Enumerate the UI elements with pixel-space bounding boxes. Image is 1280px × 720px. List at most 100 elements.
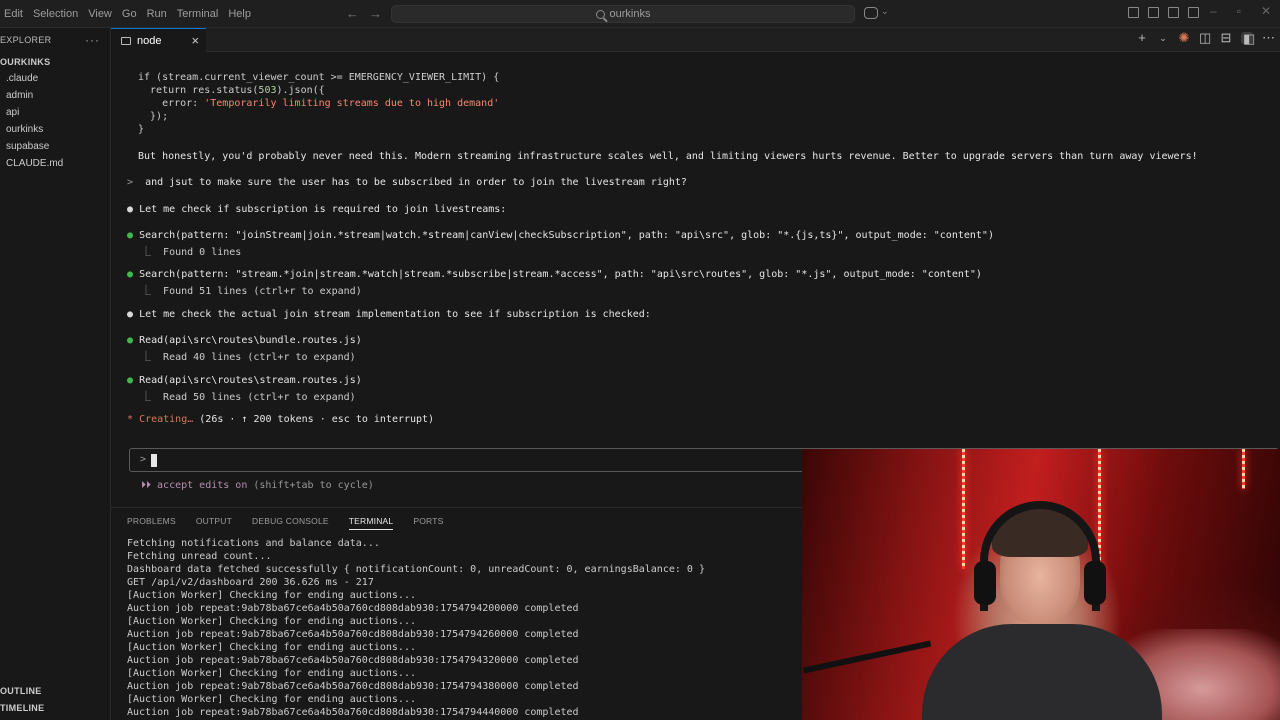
editor-actions: + ⌄ ✺ ◫ ⊟ ◧ ⋯ <box>1136 31 1275 45</box>
copilot-icon[interactable] <box>864 7 878 19</box>
search-label: ourkinks <box>609 8 651 20</box>
lock-icon[interactable]: ⊟ <box>1220 31 1232 44</box>
more-actions-icon[interactable]: ⋯ <box>1262 31 1275 44</box>
nav-arrows: ← → <box>346 6 382 21</box>
tab-node[interactable]: node × <box>111 28 206 52</box>
terminal-line: [Auction Worker] Checking for ending auc… <box>127 668 416 679</box>
terminal-line: [Auction Worker] Checking for ending auc… <box>127 694 416 705</box>
assistant-message: But honestly, you'd probably never need … <box>138 151 1198 162</box>
terminal-line: Fetching notifications and balance data.… <box>127 538 380 549</box>
panel-tabs: PROBLEMS OUTPUT DEBUG CONSOLE TERMINAL P… <box>127 516 443 530</box>
terminal-line: Dashboard data fetched successfully { no… <box>127 564 705 575</box>
title-bar: Edit Selection View Go Run Terminal Help… <box>0 0 1280 28</box>
microphone-arm <box>802 640 932 674</box>
menu-edit[interactable]: Edit <box>4 8 31 20</box>
close-icon[interactable]: × <box>191 33 199 48</box>
assistant-message: ● Let me check the actual join stream im… <box>127 309 651 320</box>
bullet-icon: ● <box>127 309 134 320</box>
claude-icon[interactable]: ✺ <box>1178 31 1190 44</box>
tree-item-supabase[interactable]: supabase <box>0 138 110 155</box>
toggle-sidebar-icon[interactable] <box>1148 7 1159 18</box>
tab-label: node <box>137 34 162 47</box>
command-center-search[interactable]: ourkinks <box>391 5 855 23</box>
terminal-line: GET /api/v2/dashboard 200 36.626 ms - 21… <box>127 577 374 588</box>
terminal-line: Auction job repeat:9ab78ba67ce6a4b50a760… <box>127 707 579 718</box>
terminal-line: Auction job repeat:9ab78ba67ce6a4b50a760… <box>127 681 579 692</box>
tab-terminal[interactable]: TERMINAL <box>348 516 394 530</box>
minimize-icon[interactable]: – <box>1210 4 1217 18</box>
headphone-ear <box>974 561 996 605</box>
tree-item-claude-md[interactable]: CLAUDE.md <box>0 155 110 172</box>
led-strip <box>962 449 965 569</box>
timeline-section[interactable]: TIMELINE <box>0 703 44 713</box>
back-arrow-icon[interactable]: ← <box>346 6 359 21</box>
status-line: * Creating… (26s · ↑ 200 tokens · esc to… <box>127 414 435 425</box>
code-line-5: } <box>138 124 145 135</box>
code-line-2: return res.status(503).json({ <box>138 85 325 96</box>
text-cursor <box>151 454 157 467</box>
user-prompt: > and jsut to make sure the user has to … <box>127 177 687 188</box>
success-bullet-icon: ● <box>127 230 134 241</box>
success-bullet-icon: ● <box>127 269 134 280</box>
tool-result-1: ⎿ Found 0 lines <box>141 247 242 258</box>
tree-item-claude-folder[interactable]: .claude <box>0 70 110 87</box>
tab-debug-console[interactable]: DEBUG CONSOLE <box>252 516 329 530</box>
maximize-icon[interactable]: ▫ <box>1237 4 1241 18</box>
layout-controls <box>1128 7 1199 18</box>
tool-result-4[interactable]: ⎿ Read 50 lines (ctrl+r to expand) <box>141 388 356 403</box>
code-line-1: if (stream.current_viewer_count >= EMERG… <box>138 72 500 83</box>
outline-section[interactable]: OUTLINE <box>0 686 42 696</box>
tree-item-api[interactable]: api <box>0 104 110 121</box>
toggle-panel-icon[interactable] <box>1168 7 1179 18</box>
tool-result-3[interactable]: ⎿ Read 40 lines (ctrl+r to expand) <box>141 348 356 363</box>
tool-result-2[interactable]: ⎿ Found 51 lines (ctrl+r to expand) <box>141 282 362 297</box>
spinner-icon: * <box>127 414 134 425</box>
led-strip <box>1242 449 1245 489</box>
more-actions-icon[interactable]: ··· <box>85 33 100 47</box>
menu-help[interactable]: Help <box>228 8 259 20</box>
customize-layout-icon[interactable] <box>1128 7 1139 18</box>
terminal-line: Fetching unread count... <box>127 551 272 562</box>
maximize-panel-icon[interactable]: ◧ <box>1241 32 1255 45</box>
project-folder-header[interactable]: OURKINKS <box>0 52 110 70</box>
explorer-sidebar: EXPLORER ··· OURKINKS .claude admin api … <box>0 28 111 720</box>
claude-terminal[interactable]: if (stream.current_viewer_count >= EMERG… <box>111 52 1280 507</box>
fast-forward-icon: ⏵⏵ <box>141 480 151 491</box>
terminal-line: Auction job repeat:9ab78ba67ce6a4b50a760… <box>127 655 579 666</box>
new-terminal-icon[interactable]: + <box>1136 31 1148 44</box>
accept-edits-indicator[interactable]: ⏵⏵ accept edits on (shift+tab to cycle) <box>141 480 374 491</box>
code-line-4: }); <box>138 111 169 122</box>
tab-ports[interactable]: PORTS <box>413 516 443 530</box>
menu-terminal[interactable]: Terminal <box>177 8 227 20</box>
explorer-title: EXPLORER <box>0 35 52 45</box>
tab-output[interactable]: OUTPUT <box>196 516 232 530</box>
editor-tab-bar: node × + ⌄ ✺ ◫ ⊟ ◧ ⋯ <box>111 28 1280 52</box>
tree-item-admin[interactable]: admin <box>0 87 110 104</box>
tool-call-read-1: ● Read(api\src\routes\bundle.routes.js) <box>127 335 362 346</box>
forward-arrow-icon[interactable]: → <box>369 6 382 21</box>
menu-view[interactable]: View <box>88 8 120 20</box>
toggle-secondary-sidebar-icon[interactable] <box>1188 7 1199 18</box>
chevron-down-icon[interactable]: ⌄ <box>881 6 889 17</box>
split-editor-icon[interactable]: ◫ <box>1199 31 1211 44</box>
terminal-line: Auction job repeat:9ab78ba67ce6a4b50a760… <box>127 629 579 640</box>
terminal-icon <box>121 36 131 45</box>
prompt-caret-icon: > <box>140 454 147 465</box>
close-window-icon[interactable]: ✕ <box>1261 4 1271 18</box>
terminal-line: Auction job repeat:9ab78ba67ce6a4b50a760… <box>127 603 579 614</box>
headphone-ear <box>1084 561 1106 605</box>
menu-selection[interactable]: Selection <box>33 8 86 20</box>
menu-go[interactable]: Go <box>122 8 145 20</box>
menu-run[interactable]: Run <box>147 8 175 20</box>
explorer-header: EXPLORER ··· <box>0 28 110 52</box>
tab-problems[interactable]: PROBLEMS <box>127 516 176 530</box>
tool-call-search-1: ● Search(pattern: "joinStream|join.*stre… <box>127 230 994 241</box>
headphones <box>980 501 1100 611</box>
prompt-caret-icon: > <box>127 177 134 188</box>
tree-item-ourkinks[interactable]: ourkinks <box>0 121 110 138</box>
window-controls: – ▫ ✕ <box>1210 4 1271 18</box>
terminal-line: [Auction Worker] Checking for ending auc… <box>127 616 416 627</box>
chevron-down-icon[interactable]: ⌄ <box>1157 32 1169 44</box>
menu-bar: Edit Selection View Go Run Terminal Help <box>0 8 261 20</box>
search-icon <box>595 9 605 19</box>
